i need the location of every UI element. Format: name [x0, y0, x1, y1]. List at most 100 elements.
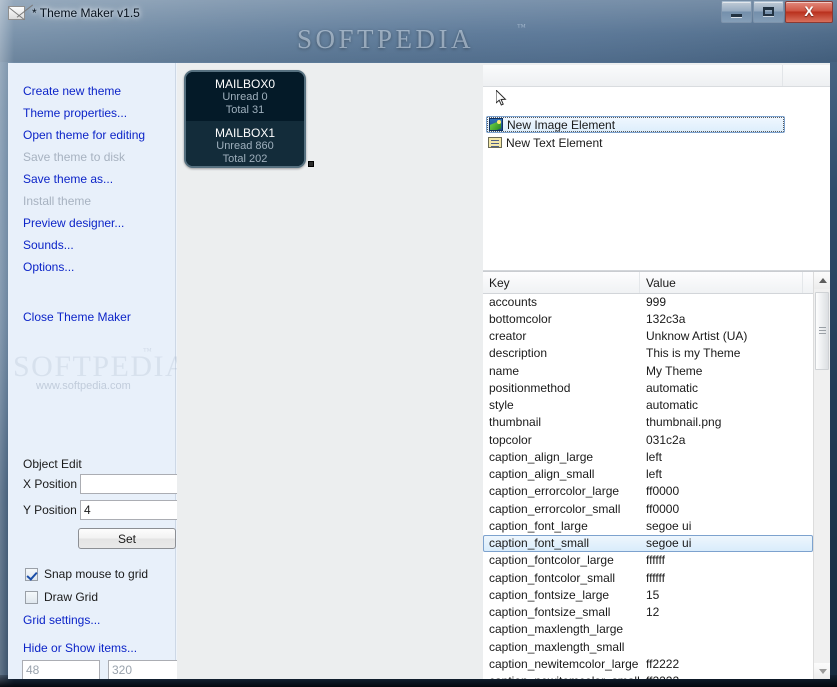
- elements-tree-column-extra[interactable]: [783, 65, 830, 86]
- table-row[interactable]: positionmethod automatic: [483, 379, 813, 396]
- row-value: ff0000: [646, 501, 680, 516]
- row-value: automatic: [646, 380, 699, 395]
- row-value: ff0000: [646, 484, 680, 499]
- row-key: caption_fontsize_small: [489, 605, 611, 620]
- item-height-input[interactable]: [108, 660, 186, 679]
- properties-grid-scrollbar[interactable]: [813, 272, 830, 679]
- snap-mouse-to-grid-checkbox[interactable]: Snap mouse to grid: [25, 567, 148, 581]
- column-header-value[interactable]: Value: [640, 272, 803, 293]
- row-value: 999: [646, 294, 667, 309]
- right-panel: New Image Element New Text Element Key V…: [483, 63, 830, 679]
- title-bar[interactable]: * Theme Maker v1.5: [0, 0, 837, 26]
- elements-tree[interactable]: New Image Element New Text Element: [483, 65, 830, 271]
- draw-grid-checkbox[interactable]: Draw Grid: [25, 590, 98, 604]
- table-row[interactable]: caption_errorcolor_small ff0000: [483, 500, 813, 517]
- table-row[interactable]: description This is my Theme: [483, 345, 813, 362]
- checkbox-checked-icon: [25, 567, 38, 581]
- sidebar-item-save-theme-as[interactable]: Save theme as...: [23, 171, 173, 187]
- tree-item-new-image-element[interactable]: New Image Element: [486, 116, 785, 133]
- sidebar-item-close-theme-maker[interactable]: Close Theme Maker: [23, 309, 173, 325]
- mailbox-1-name: MAILBOX1: [214, 126, 276, 140]
- sidebar-menu: Create new theme Theme properties... Ope…: [23, 83, 173, 331]
- mailbox-account-1: MAILBOX1 Unread 860 Total 202: [186, 121, 304, 166]
- row-key: caption_font_small: [489, 536, 590, 551]
- item-width-input[interactable]: [22, 660, 100, 679]
- scroll-up-button[interactable]: [814, 272, 830, 289]
- row-value: ff2222: [640, 674, 803, 679]
- sidebar-item-open-theme-for-editing[interactable]: Open theme for editing: [23, 127, 173, 143]
- mailbox-1-unread: Unread 860: [216, 140, 274, 152]
- row-key: accounts: [489, 294, 538, 309]
- table-row[interactable]: caption_newitemcolor_smallff2222: [483, 673, 813, 679]
- sidebar-item-options[interactable]: Options...: [23, 259, 173, 275]
- softpedia-watermark-text: SOFTPEDIA: [13, 350, 189, 383]
- hide-or-show-items-link[interactable]: Hide or Show items...: [23, 641, 137, 655]
- scrollbar-thumb[interactable]: [815, 292, 829, 370]
- row-key: caption_align_large: [489, 449, 594, 464]
- row-key: caption_fontcolor_large: [489, 553, 614, 568]
- sidebar-item-create-new-theme[interactable]: Create new theme: [23, 83, 173, 99]
- table-row[interactable]: caption_fontsize_large 15: [483, 586, 813, 603]
- row-key: caption_newitemcolor_small: [483, 674, 640, 679]
- mailbox-1-total: Total 202: [222, 153, 268, 165]
- table-row[interactable]: caption_maxlength_small: [483, 638, 813, 655]
- sidebar-item-sounds[interactable]: Sounds...: [23, 237, 173, 253]
- elements-tree-header: [483, 65, 830, 87]
- table-row[interactable]: topcolor 031c2a: [483, 431, 813, 448]
- softpedia-watermark-trademark: ™: [143, 346, 152, 356]
- set-button[interactable]: Set: [78, 528, 176, 549]
- table-row[interactable]: caption_fontcolor_large ffffff: [483, 552, 813, 569]
- row-key: topcolor: [489, 432, 532, 447]
- tree-item-label: New Image Element: [507, 117, 616, 132]
- row-key: caption_maxlength_small: [489, 639, 625, 654]
- row-value: left: [646, 449, 663, 464]
- y-position-label: Y Position: [23, 503, 77, 517]
- table-row[interactable]: caption_fontsize_small 12: [483, 604, 813, 621]
- table-row[interactable]: creator Unknow Artist (UA): [483, 328, 813, 345]
- table-row[interactable]: style automatic: [483, 397, 813, 414]
- softpedia-watermark-url: www.softpedia.com: [36, 380, 131, 392]
- sidebar-item-theme-properties[interactable]: Theme properties...: [23, 105, 173, 121]
- selection-resize-handle[interactable]: [308, 161, 314, 167]
- tree-item-new-text-element[interactable]: New Text Element: [486, 134, 603, 151]
- x-position-row: X Position: [23, 474, 178, 494]
- table-row[interactable]: bottomcolor 132c3a: [483, 310, 813, 327]
- table-row[interactable]: caption_fontcolor_small ffffff: [483, 569, 813, 586]
- triangle-down-icon: [818, 669, 827, 674]
- column-header-key[interactable]: Key: [483, 272, 640, 293]
- image-element-icon: [489, 118, 503, 131]
- sidebar-item-preview-designer[interactable]: Preview designer...: [23, 215, 173, 231]
- draw-grid-label: Draw Grid: [44, 590, 99, 604]
- table-row[interactable]: caption_align_large left: [483, 448, 813, 465]
- envelope-icon: [8, 6, 25, 20]
- row-key: positionmethod: [489, 380, 571, 395]
- mailbox-0-total: Total 31: [225, 104, 265, 116]
- row-key: caption_errorcolor_small: [489, 501, 621, 516]
- row-value: thumbnail.png: [646, 415, 722, 430]
- table-row[interactable]: accounts 999: [483, 293, 813, 310]
- text-element-icon: [488, 137, 502, 148]
- table-row[interactable]: caption_newitemcolor_large ff2222: [483, 655, 813, 672]
- sidebar-item-install-theme: Install theme: [23, 194, 92, 208]
- tree-item-label: New Text Element: [506, 135, 603, 150]
- elements-tree-column-main[interactable]: [483, 65, 783, 86]
- row-key: thumbnail: [489, 415, 542, 430]
- scroll-down-button[interactable]: [814, 663, 830, 679]
- table-row[interactable]: caption_errorcolor_large ff0000: [483, 483, 813, 500]
- table-row-selected[interactable]: caption_font_small segoe ui: [483, 534, 813, 552]
- y-position-input[interactable]: [80, 500, 178, 520]
- x-position-input[interactable]: [80, 474, 178, 494]
- grid-settings-link[interactable]: Grid settings...: [23, 613, 100, 627]
- row-value: left: [646, 467, 663, 482]
- design-canvas[interactable]: MAILBOX0 Unread 0 Total 31 MAILBOX1 Unre…: [177, 63, 483, 679]
- row-key: description: [489, 346, 548, 361]
- table-row[interactable]: name My Theme: [483, 362, 813, 379]
- x-position-label: X Position: [23, 477, 78, 491]
- row-value: segoe ui: [646, 518, 692, 533]
- table-row[interactable]: caption_align_small left: [483, 466, 813, 483]
- table-row[interactable]: caption_font_large segoe ui: [483, 517, 813, 534]
- table-row[interactable]: caption_maxlength_large: [483, 621, 813, 638]
- row-value: My Theme: [646, 363, 703, 378]
- mailbox-preview-widget[interactable]: MAILBOX0 Unread 0 Total 31 MAILBOX1 Unre…: [184, 70, 306, 168]
- table-row[interactable]: thumbnail thumbnail.png: [483, 414, 813, 431]
